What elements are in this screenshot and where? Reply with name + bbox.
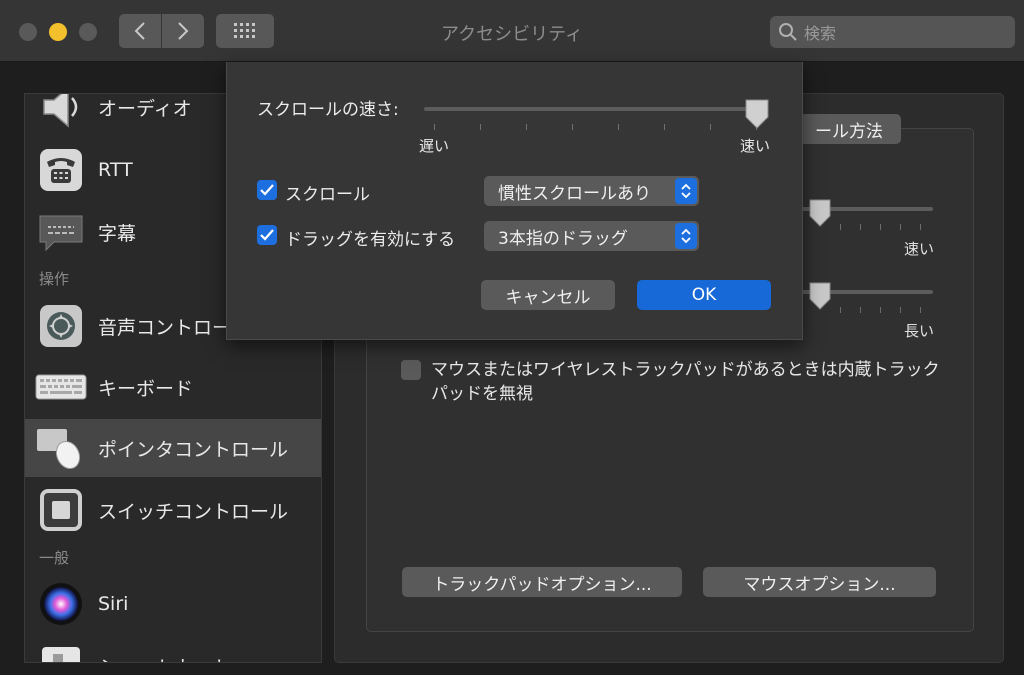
chevron-left-icon	[134, 22, 145, 40]
telephone-icon	[38, 147, 84, 193]
shortcut-icon	[38, 643, 84, 662]
speaker-icon	[38, 94, 84, 130]
search-icon	[779, 23, 797, 41]
checkmark-icon	[260, 184, 274, 196]
sidebar-item-label: ショートカット	[98, 653, 231, 663]
sidebar-item-label: オーディオ	[98, 97, 192, 120]
tab-alternate-control-methods[interactable]: ール方法	[797, 114, 901, 144]
sidebar-item-label: 字幕	[98, 222, 137, 245]
slider-tick	[900, 307, 901, 313]
sidebar-item-keyboard[interactable]: キーボード	[25, 358, 321, 416]
slider-tick	[526, 124, 527, 130]
siri-icon	[38, 581, 84, 627]
slider-tick	[920, 224, 921, 230]
close-window-button[interactable]	[19, 23, 37, 41]
drag-checkbox[interactable]	[257, 225, 277, 245]
window-title: アクセシビリティ	[440, 24, 584, 45]
minimize-window-button[interactable]	[49, 23, 67, 41]
updown-arrows-icon	[675, 223, 697, 249]
section-header-general: 一般	[39, 549, 70, 567]
show-all-button[interactable]	[216, 14, 274, 48]
drag-checkbox-label: ドラッグを有効にする	[285, 230, 456, 250]
ignore-trackpad-checkbox[interactable]	[401, 360, 421, 380]
search-placeholder: 検索	[804, 24, 837, 43]
trackpad-options-button[interactable]: トラックパッドオプション...	[402, 567, 682, 597]
slider-tick	[618, 124, 619, 130]
sidebar-item-siri[interactable]: Siri	[25, 575, 321, 633]
slider-knob[interactable]	[808, 198, 832, 228]
checkmark-icon	[260, 229, 274, 241]
zoom-window-button[interactable]	[79, 23, 97, 41]
scroll-speed-knob[interactable]	[744, 98, 770, 130]
slider-tick	[880, 224, 881, 230]
sidebar-item-switch-control[interactable]: スイッチコントロール	[25, 481, 321, 539]
slider-tick	[860, 224, 861, 230]
slider-tick	[480, 124, 481, 130]
scroll-speed-slider[interactable]	[424, 107, 764, 111]
slider-tick	[880, 307, 881, 313]
title-bar: アクセシビリティ 検索	[0, 0, 1024, 62]
section-header-operation: 操作	[39, 270, 70, 288]
slider-tick	[900, 224, 901, 230]
scroll-checkbox[interactable]	[257, 180, 277, 200]
back-button[interactable]	[119, 14, 161, 48]
keyboard-icon	[35, 364, 87, 410]
updown-arrows-icon	[675, 178, 697, 204]
pointer-control-icon	[35, 425, 85, 471]
sidebar-item-label: RTT	[98, 159, 133, 181]
sidebar-item-label: Siri	[98, 593, 129, 615]
slider-knob[interactable]	[808, 281, 832, 311]
slider-tick	[572, 124, 573, 130]
slider-min-label: 遅い	[419, 137, 450, 155]
sidebar-item-shortcut[interactable]: ショートカット	[25, 637, 321, 663]
mouse-options-button[interactable]: マウスオプション...	[703, 567, 936, 597]
scroll-mode-popup[interactable]: 慣性スクロールあり	[484, 176, 699, 206]
slider-tick	[434, 124, 435, 130]
slider-max-label: 速い	[740, 137, 771, 155]
forward-button[interactable]	[162, 14, 204, 48]
slider-max-label: 速い	[904, 240, 935, 258]
voice-control-icon	[38, 303, 84, 349]
slider-max-label: 長い	[904, 322, 935, 340]
slider-tick	[920, 307, 921, 313]
captions-icon	[38, 209, 84, 255]
slider-tick	[664, 124, 665, 130]
ignore-trackpad-label: マウスまたはワイヤレストラックパッドがあるときは内蔵トラックパッドを無視	[431, 360, 940, 404]
scroll-mode-value: 慣性スクロールあり	[498, 183, 651, 204]
slider-tick	[840, 224, 841, 230]
search-field[interactable]: 検索	[770, 16, 1015, 48]
ok-button[interactable]: OK	[637, 280, 771, 310]
sidebar-item-label: キーボード	[98, 377, 194, 400]
cancel-button[interactable]: キャンセル	[481, 280, 615, 310]
chevron-right-icon	[178, 22, 189, 40]
switch-control-icon	[38, 487, 84, 533]
slider-tick	[710, 124, 711, 130]
grid-icon	[234, 23, 255, 38]
sidebar-item-label: ポインタコントロール	[98, 438, 289, 461]
drag-mode-popup[interactable]: 3本指のドラッグ	[484, 221, 699, 251]
scroll-checkbox-label: スクロール	[285, 185, 370, 205]
slider-tick	[860, 307, 861, 313]
slider-tick	[840, 307, 841, 313]
scroll-speed-label: スクロールの速さ:	[257, 100, 399, 120]
drag-mode-value: 3本指のドラッグ	[498, 228, 628, 249]
sidebar-item-pointer-control[interactable]: ポインタコントロール	[25, 419, 321, 477]
sidebar-item-label: スイッチコントロール	[98, 500, 289, 523]
